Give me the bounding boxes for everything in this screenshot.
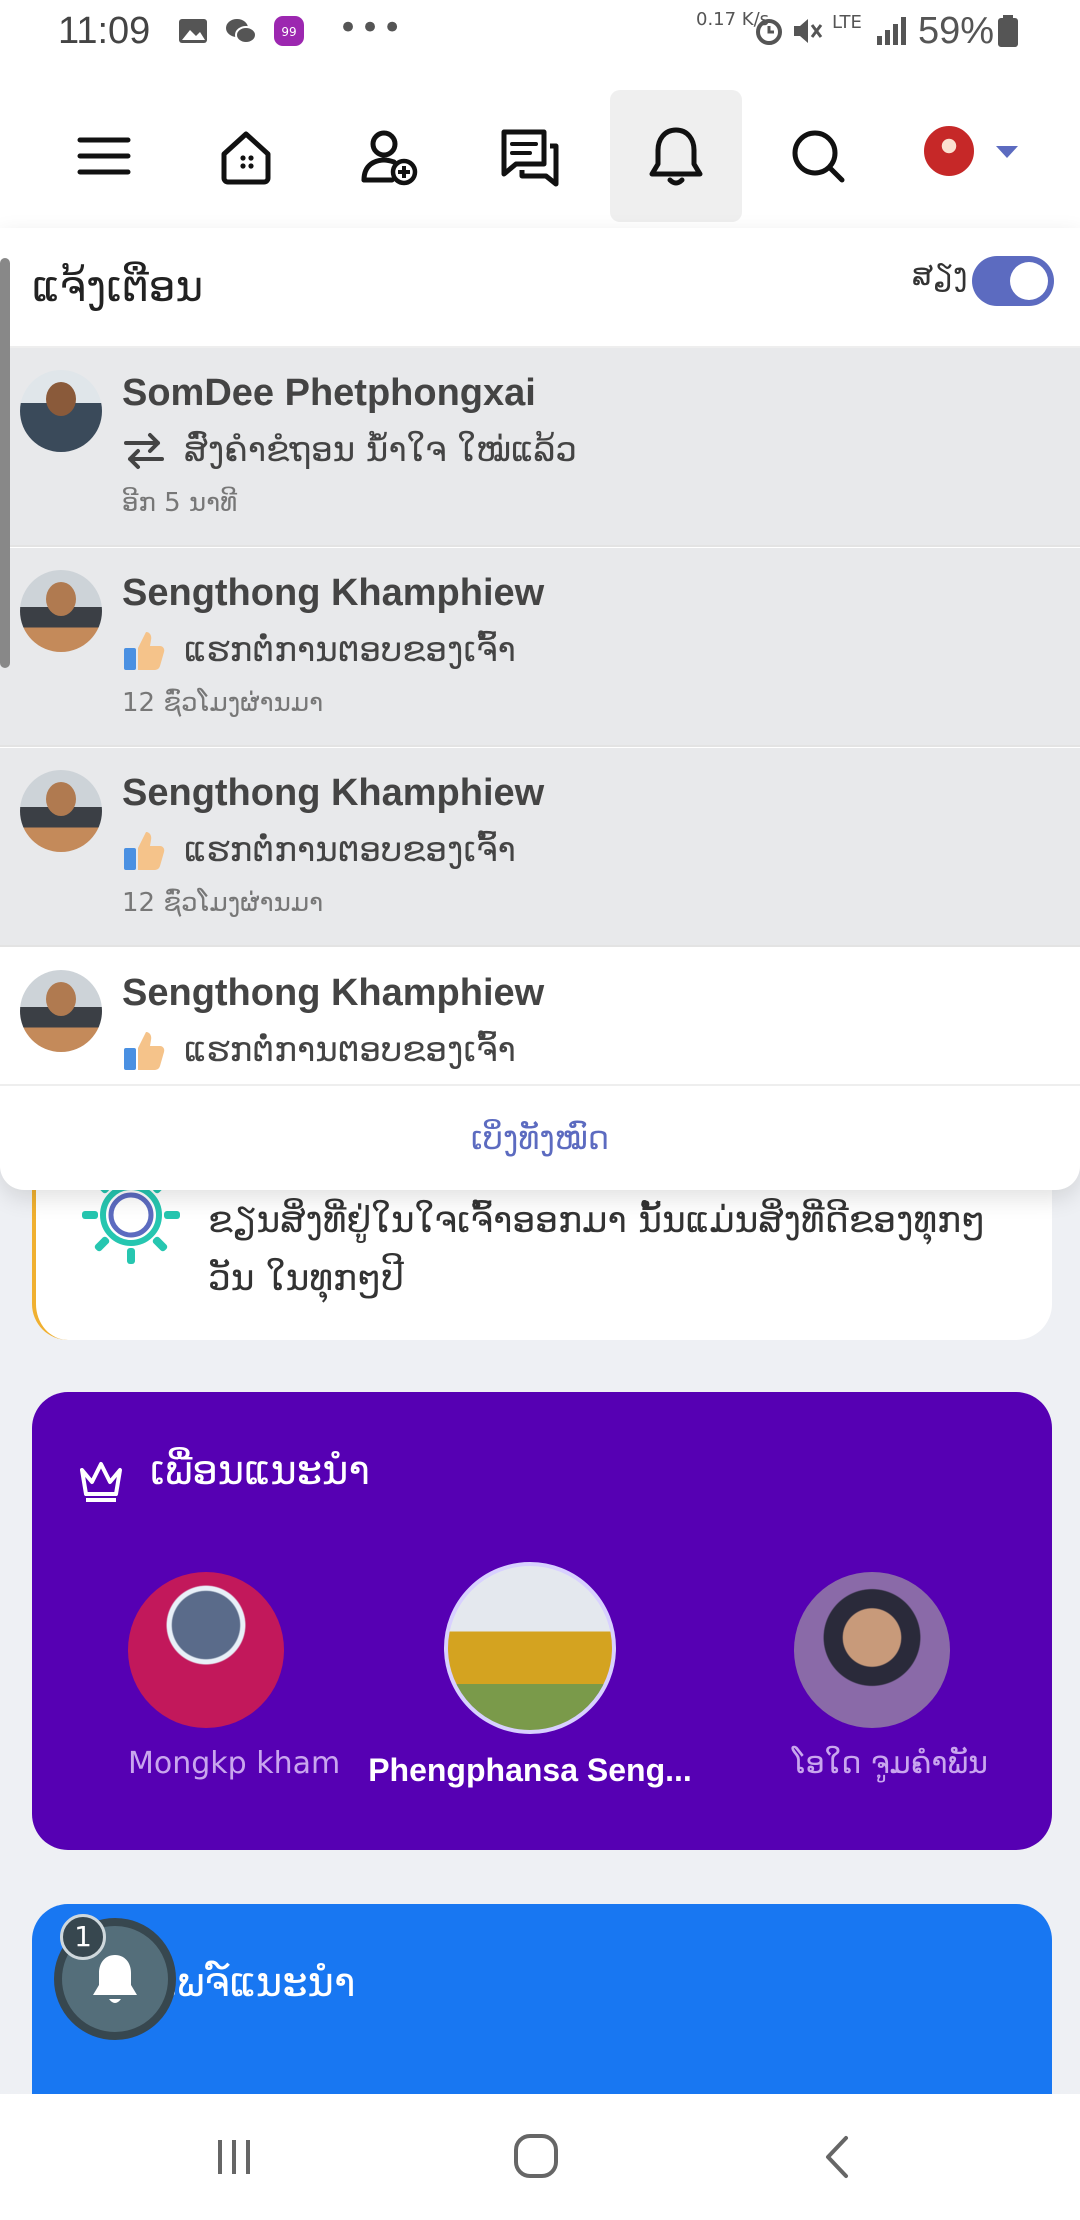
profile-avatar[interactable] [922, 124, 976, 178]
post-prompt-text: ຂຽນສິ່ງທີ່ຢູ່ໃນໃຈເຈົ້າອອກມາ ນັ້ນແມ່ນສິ່ງ… [208, 1200, 986, 1299]
alarm-icon [756, 19, 782, 45]
see-all-link[interactable]: ເບິ່ງທັງໝົດ [0, 1084, 1080, 1190]
notification-item[interactable]: Sengthong Khamphiew ແຮກຕໍ່ການຕອບຂອງເຈົ້າ… [0, 548, 1080, 747]
notification-text: ແຮກຕໍ່ການຕອບຂອງເຈົ້າ [184, 630, 516, 670]
add-friend-icon [361, 130, 418, 186]
notification-item[interactable]: SomDee Phetphongxai ສົ່ງຄຳຂໍຖອນ ນ້ຳໃຈ ໃໝ… [0, 348, 1080, 547]
svg-text:99: 99 [281, 25, 296, 39]
notification-message: ສົ່ງຄຳຂໍຖອນ ນ້ຳໃຈ ໃໝ່ແລ້ວ [122, 428, 577, 472]
avatar [20, 370, 102, 452]
friend-suggestion-1[interactable]: Mongkp kham [128, 1572, 340, 1781]
avatar [20, 570, 102, 652]
network-type: LTE [832, 12, 862, 33]
add-friend-button[interactable] [322, 90, 454, 222]
sound-toggle[interactable] [972, 256, 1054, 306]
notification-sender: Sengthong Khamphiew [122, 972, 545, 1014]
friend-avatar[interactable] [794, 1572, 950, 1728]
messages-button[interactable] [464, 90, 596, 222]
thumbs-up-icon [124, 632, 165, 670]
friend-avatar[interactable] [444, 1562, 616, 1734]
thumbs-up-icon [124, 1032, 165, 1070]
signal-icon [877, 17, 906, 45]
bell-icon [649, 127, 703, 186]
notification-time: 12 ຊົ່ວໂມງຜ່ານມາ [122, 888, 324, 918]
notifications-title: ແຈ້ງເຕືອນ [32, 262, 204, 311]
search-button[interactable] [752, 90, 884, 222]
status-time: 11:09 [58, 10, 151, 52]
friend-suggestions: ເພື່ອນແນະນຳ Mongkp kham Phengphansa Seng… [32, 1392, 1052, 1850]
friend-avatar[interactable] [128, 1572, 284, 1728]
home-nav-icon[interactable] [506, 2132, 566, 2182]
sound-label: ສຽງ [912, 258, 968, 293]
notification-text: ສົ່ງຄຳຂໍຖອນ ນ້ຳໃຈ ໃໝ່ແລ້ວ [184, 430, 577, 470]
friend-suggestion-2[interactable]: Phengphansa Seng... [340, 1562, 720, 1789]
recent-apps-icon[interactable] [204, 2132, 264, 2182]
notification-sender: Sengthong Khamphiew [122, 772, 545, 814]
gallery-icon [179, 19, 207, 43]
wechat-icon [226, 19, 257, 44]
system-navigation-bar [0, 2094, 1080, 2220]
home-icon [221, 131, 271, 185]
home-button[interactable] [180, 90, 312, 222]
thumbs-up-icon [124, 832, 165, 870]
lazada-icon: 99 [274, 16, 304, 46]
notification-sender: SomDee Phetphongxai [122, 372, 536, 414]
friend-suggestions-title: ເພື່ອນແນະນຳ [150, 1448, 370, 1494]
notification-time: 12 ຊົ່ວໂມງຜ່ານມາ [122, 688, 324, 718]
battery-icon [998, 15, 1018, 47]
battery-level: 59% [918, 10, 995, 52]
notifications-button[interactable] [610, 90, 742, 222]
avatar [20, 970, 102, 1052]
notification-count-badge: 1 [60, 1914, 106, 1960]
menu-button[interactable] [38, 90, 170, 222]
crown-icon [80, 1462, 122, 1502]
search-icon [792, 130, 845, 183]
friend-name[interactable]: Mongkp kham [128, 1746, 340, 1781]
messages-icon [501, 129, 559, 187]
scrollbar[interactable] [0, 258, 10, 668]
menu-icon [77, 137, 131, 175]
chevron-down-icon[interactable] [996, 146, 1018, 158]
notification-sender: Sengthong Khamphiew [122, 572, 545, 614]
top-navigation [0, 70, 1080, 230]
transfer-icon [124, 433, 164, 469]
status-bar: 11:09 99 ••• 0.17 K/s LTE 59% [0, 0, 1080, 70]
friend-suggestion-3[interactable]: ໂອໃດ ຈູມຄຳພັນ [792, 1572, 988, 1781]
page-suggestions-title: ເພຈ໌ແນະນຳ [162, 1960, 356, 2006]
notification-item[interactable]: Sengthong Khamphiew ແຮກຕໍ່ການຕອບຂອງເຈົ້າ… [0, 748, 1080, 947]
back-icon[interactable] [810, 2132, 870, 2182]
avatar [20, 770, 102, 852]
mute-icon [794, 19, 823, 43]
more-notifications-icon: ••• [338, 8, 405, 48]
notification-message: ແຮກຕໍ່ການຕອບຂອງເຈົ້າ [122, 828, 516, 872]
notification-text: ແຮກຕໍ່ການຕອບຂອງເຈົ້າ [184, 1030, 516, 1070]
notification-text: ແຮກຕໍ່ການຕອບຂອງເຈົ້າ [184, 830, 516, 870]
notification-message: ແຮກຕໍ່ການຕອບຂອງເຈົ້າ [122, 628, 516, 672]
notifications-dropdown: ແຈ້ງເຕືອນ ສຽງ SomDee Phetphongxai ສົ່ງຄຳ… [0, 228, 1080, 1190]
friend-name[interactable]: Phengphansa Seng... [340, 1752, 720, 1789]
notification-time: ອີກ 5 ນາທີ [122, 488, 238, 518]
friend-name[interactable]: ໂອໃດ ຈູມຄຳພັນ [792, 1746, 988, 1781]
notification-message: ແຮກຕໍ່ການຕອບຂອງເຈົ້າ [122, 1028, 516, 1072]
toggle-knob [1010, 262, 1048, 300]
notifications-header: ແຈ້ງເຕືອນ ສຽງ [0, 228, 1080, 348]
